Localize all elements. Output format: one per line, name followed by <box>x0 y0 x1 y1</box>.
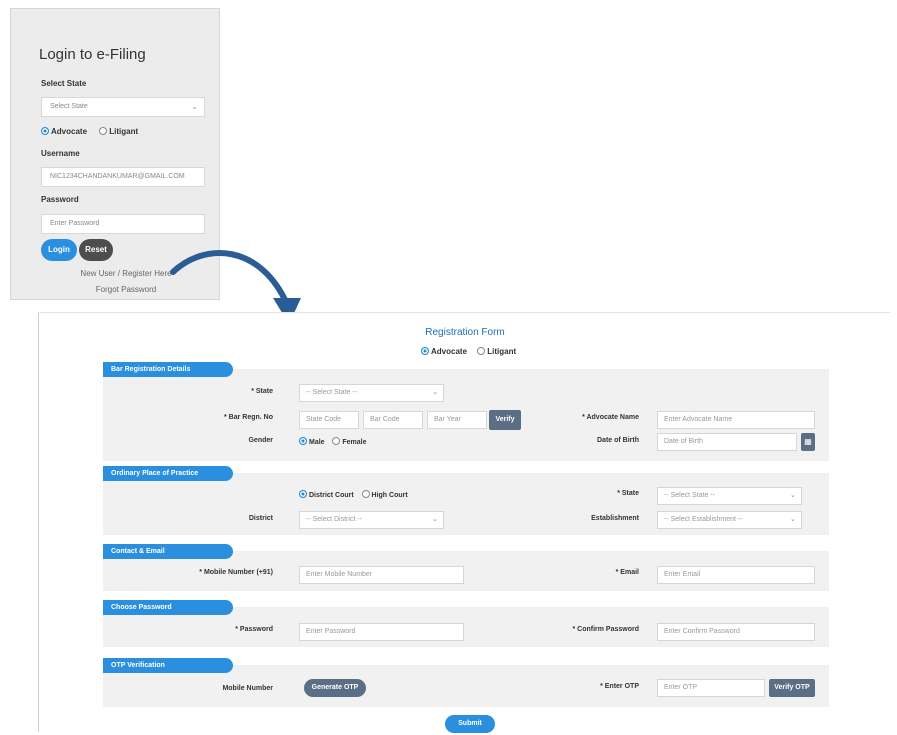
confirm-password-input[interactable]: Enter Confirm Password <box>657 623 815 641</box>
bar-state-label: * State <box>251 388 273 395</box>
gender-male-radio[interactable]: Male <box>299 437 325 446</box>
state-label: Select State <box>41 79 87 88</box>
mobile-input[interactable]: Enter Mobile Number <box>299 566 464 584</box>
advocate-name-label: * Advocate Name <box>582 414 639 421</box>
verify-bar-button[interactable]: Verify <box>489 410 521 430</box>
mobile-label: * Mobile Number (+91) <box>199 569 273 576</box>
dob-label: Date of Birth <box>597 437 639 444</box>
user-type-radios: Advocate Litigant <box>41 127 148 136</box>
dob-input[interactable]: Date of Birth <box>657 433 797 451</box>
password-label: * Password <box>235 626 273 633</box>
otp-header: OTP Verification <box>103 658 233 673</box>
advocate-name-input[interactable]: Enter Advocate Name <box>657 411 815 429</box>
registration-title: Registration Form <box>425 327 505 338</box>
otp-input[interactable]: Enter OTP <box>657 679 765 697</box>
gender-radios: Male Female <box>299 437 366 446</box>
submit-button[interactable]: Submit <box>445 715 495 733</box>
registration-form: Registration Form Advocate Litigant Bar … <box>38 312 890 733</box>
login-title: Login to e-Filing <box>39 46 146 63</box>
bar-regn-label: * Bar Regn. No <box>223 414 273 421</box>
password-input[interactable]: Enter Password <box>41 214 205 234</box>
gender-label: Gender <box>248 437 273 444</box>
contact-header: Contact & Email <box>103 544 233 559</box>
email-input[interactable]: Enter Email <box>657 566 815 584</box>
bar-details-header: Bar Registration Details <box>103 362 233 377</box>
district-label: District <box>248 515 273 522</box>
login-button[interactable]: Login <box>41 239 77 261</box>
verify-otp-button[interactable]: Verify OTP <box>769 679 815 697</box>
enter-otp-label: * Enter OTP <box>600 683 639 690</box>
establishment-select[interactable]: -- Select Establishment -- ⌄ <box>657 511 802 529</box>
chevron-down-icon: ⌄ <box>790 516 796 523</box>
otp-mobile-label: Mobile Number <box>222 685 273 692</box>
reset-button[interactable]: Reset <box>79 239 113 261</box>
district-select[interactable]: -- Select District -- ⌄ <box>299 511 444 529</box>
gender-female-radio[interactable]: Female <box>332 437 366 446</box>
chevron-down-icon: ⌄ <box>790 492 796 499</box>
password-input[interactable]: Enter Password <box>299 623 464 641</box>
chevron-down-icon: ⌄ <box>432 516 438 523</box>
bar-state-code-input[interactable]: State Code <box>299 411 359 429</box>
practice-state-label: * State <box>617 490 639 497</box>
chevron-down-icon: ⌄ <box>432 389 438 396</box>
confirm-password-label: * Confirm Password <box>572 626 639 633</box>
registration-type-radios: Advocate Litigant <box>421 347 524 356</box>
practice-state-select[interactable]: -- Select State -- ⌄ <box>657 487 802 505</box>
username-input[interactable]: NIC1234CHANDANKUMAR@GMAIL.COM <box>41 167 205 187</box>
bar-code-input[interactable]: Bar Code <box>363 411 423 429</box>
high-court-radio[interactable]: High Court <box>361 490 408 499</box>
place-of-practice-header: Ordinary Place of Practice <box>103 466 233 481</box>
establishment-label: Establishment <box>591 515 639 522</box>
court-type-radios: District Court High Court <box>299 490 408 499</box>
advocate-radio[interactable]: Advocate <box>421 347 467 356</box>
password-header: Choose Password <box>103 600 233 615</box>
password-label: Password <box>41 195 79 204</box>
bar-state-select[interactable]: -- Select State -- ⌄ <box>299 384 444 402</box>
litigant-radio[interactable]: Litigant <box>477 347 516 356</box>
bar-year-input[interactable]: Bar Year <box>427 411 487 429</box>
district-court-radio[interactable]: District Court <box>299 490 354 499</box>
state-select[interactable]: Select State ⌄ <box>41 97 205 117</box>
email-label: * Email <box>615 569 639 576</box>
chevron-down-icon: ⌄ <box>191 102 198 111</box>
username-label: Username <box>41 149 80 158</box>
calendar-icon[interactable]: ▦ <box>801 433 815 451</box>
generate-otp-button[interactable]: Generate OTP <box>304 679 366 697</box>
litigant-radio[interactable]: Litigant <box>99 127 138 136</box>
advocate-radio[interactable]: Advocate <box>41 127 87 136</box>
